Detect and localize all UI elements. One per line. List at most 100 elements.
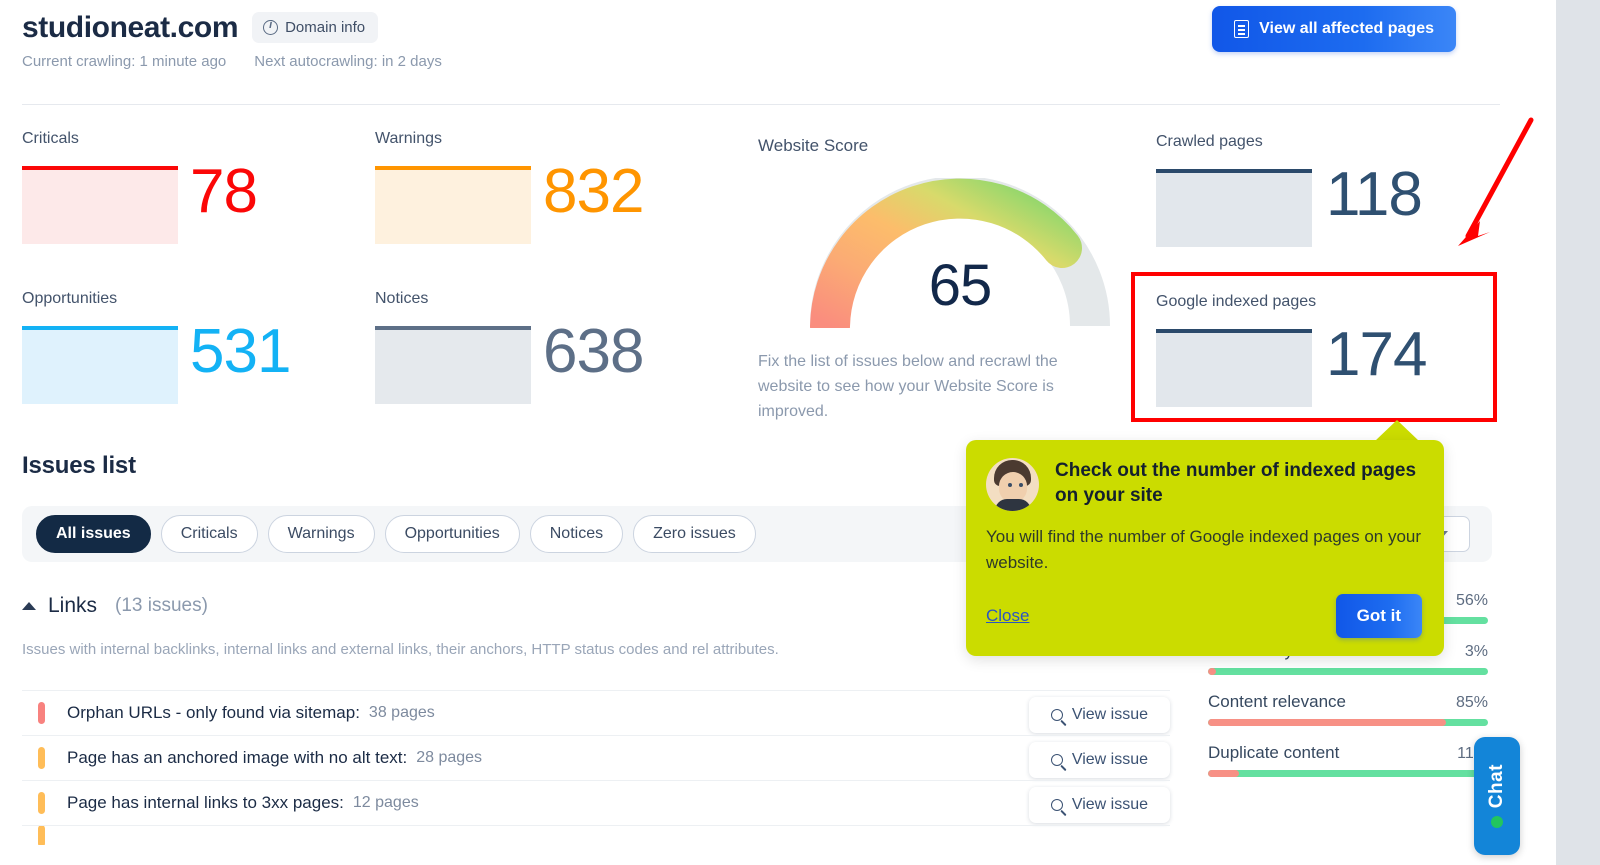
issues-list-title: Issues list bbox=[22, 452, 136, 479]
issue-group-count: (13 issues) bbox=[115, 595, 208, 616]
website-score-card: Website Score 65 Fix the list of issues … bbox=[758, 136, 1128, 424]
search-icon bbox=[1050, 754, 1063, 766]
metric-body: 638 bbox=[375, 317, 644, 404]
google-indexed-pages-label: Google indexed pages bbox=[1156, 293, 1317, 310]
metric-value: 638 bbox=[543, 317, 644, 386]
google-indexed-pages-card[interactable]: Google indexed pages 174 bbox=[1156, 293, 1427, 407]
panel-metric-pct: 56% bbox=[1455, 592, 1488, 609]
filter-pill-notices[interactable]: Notices bbox=[529, 515, 624, 553]
panel-metric-bar-fill bbox=[1208, 719, 1446, 726]
table-row[interactable]: Orphan URLs - only found via sitemap: 38… bbox=[22, 690, 1170, 735]
metric-label: Notices bbox=[375, 290, 429, 307]
metric-swatch bbox=[375, 166, 531, 244]
tooltip-footer: Close Got it bbox=[986, 593, 1422, 638]
issue-count: 38 pages bbox=[368, 704, 435, 721]
next-autocrawling-text: Next autocrawling: in 2 days bbox=[254, 53, 442, 70]
website-score-gauge: 65 bbox=[810, 176, 1110, 346]
website-score-note: Fix the list of issues below and recrawl… bbox=[758, 353, 1058, 420]
severity-indicator bbox=[38, 702, 45, 724]
metric-body: 832 bbox=[375, 157, 644, 244]
right-gutter bbox=[1556, 0, 1600, 865]
table-row[interactable]: Page has internal links to 3xx pages: 12… bbox=[22, 780, 1170, 825]
metric-swatch bbox=[22, 326, 178, 404]
chevron-up-icon[interactable] bbox=[22, 602, 36, 610]
view-all-affected-pages-button[interactable]: View all affected pages bbox=[1212, 6, 1456, 52]
crawled-pages-label: Crawled pages bbox=[1156, 133, 1263, 150]
annotation-arrow-icon bbox=[1458, 117, 1534, 246]
metric-card-warnings[interactable]: Warnings 832 bbox=[375, 130, 644, 244]
tooltip-got-it-button[interactable]: Got it bbox=[1335, 593, 1422, 638]
online-status-dot-icon bbox=[1491, 816, 1503, 829]
panel-metric-content-relevance: Content relevance 85% bbox=[1208, 692, 1488, 726]
metric-label: Warnings bbox=[375, 130, 442, 147]
filter-pill-criticals[interactable]: Criticals bbox=[160, 515, 258, 553]
avatar-body bbox=[995, 499, 1031, 511]
crawled-pages-swatch bbox=[1156, 169, 1312, 247]
current-crawling-text: Current crawling: 1 minute ago bbox=[22, 53, 227, 70]
panel-metric-bar bbox=[1208, 668, 1488, 675]
metric-body: 531 bbox=[22, 321, 291, 404]
issue-title: Orphan URLs - only found via sitemap: bbox=[67, 703, 360, 722]
domain-row: studioneat.com Domain info bbox=[22, 12, 442, 43]
metric-value: 832 bbox=[543, 157, 644, 226]
chat-widget-button[interactable]: Chat bbox=[1474, 737, 1520, 855]
issue-title: Page has an anchored image with no alt t… bbox=[67, 748, 408, 767]
search-icon bbox=[1050, 799, 1063, 811]
crawled-pages-card[interactable]: Crawled pages 118 bbox=[1156, 133, 1423, 247]
table-row[interactable] bbox=[22, 825, 1170, 845]
page-title: studioneat.com bbox=[22, 10, 239, 44]
tooltip-top: Check out the number of indexed pages on… bbox=[986, 458, 1422, 511]
website-score-value: 65 bbox=[928, 253, 993, 318]
panel-metric-bar-fill bbox=[1208, 770, 1239, 777]
panel-metric-name: Duplicate content bbox=[1208, 743, 1340, 762]
info-icon bbox=[263, 19, 279, 35]
issue-count: 12 pages bbox=[352, 794, 419, 811]
panel-metric-name: Content relevance bbox=[1208, 692, 1346, 711]
filter-pill-all-issues[interactable]: All issues bbox=[36, 515, 151, 553]
metric-label: Criticals bbox=[22, 130, 79, 147]
metric-swatch bbox=[375, 326, 531, 404]
tooltip-title: Check out the number of indexed pages on… bbox=[1055, 460, 1417, 507]
view-issue-button[interactable]: View issue bbox=[1028, 697, 1170, 733]
avatar-eye bbox=[1008, 483, 1012, 487]
metric-card-opportunities[interactable]: Opportunities 531 bbox=[22, 290, 291, 404]
view-issue-button[interactable]: View issue bbox=[1028, 787, 1170, 823]
metric-swatch bbox=[22, 166, 178, 244]
website-score-label: Website Score bbox=[758, 136, 869, 155]
search-icon bbox=[1050, 709, 1063, 721]
issue-group-header-links[interactable]: Links (13 issues) bbox=[22, 594, 208, 618]
severity-indicator bbox=[38, 747, 45, 769]
filter-pill-opportunities[interactable]: Opportunities bbox=[384, 515, 520, 553]
app-root: studioneat.com Domain info Current crawl… bbox=[0, 0, 1600, 865]
view-issue-label: View issue bbox=[1071, 796, 1148, 813]
tooltip-close-link[interactable]: Close bbox=[986, 606, 1029, 626]
view-issue-label: View issue bbox=[1071, 706, 1148, 723]
tooltip-body: You will find the number of Google index… bbox=[986, 527, 1422, 573]
panel-metric-bar bbox=[1208, 719, 1488, 726]
metric-card-notices[interactable]: Notices 638 bbox=[375, 290, 644, 404]
filter-pill-zero-issues[interactable]: Zero issues bbox=[633, 515, 756, 553]
chat-label: Chat bbox=[1486, 763, 1507, 809]
metric-body: 78 bbox=[22, 161, 258, 244]
issue-count: 28 pages bbox=[416, 749, 483, 766]
issues-rows: Orphan URLs - only found via sitemap: 38… bbox=[22, 690, 1170, 845]
google-indexed-pages-value: 174 bbox=[1326, 320, 1427, 389]
filter-pill-warnings[interactable]: Warnings bbox=[267, 515, 375, 553]
domain-info-button[interactable]: Domain info bbox=[252, 12, 379, 43]
panel-metric-row: Duplicate content 11% bbox=[1208, 743, 1488, 763]
panel-metric-pct: 3% bbox=[1464, 643, 1488, 660]
avatar-eye bbox=[1019, 483, 1023, 487]
metric-label: Opportunities bbox=[22, 290, 118, 307]
view-issue-button[interactable]: View issue bbox=[1028, 742, 1170, 778]
severity-indicator bbox=[38, 792, 45, 814]
view-issue-label: View issue bbox=[1071, 751, 1148, 768]
panel-metric-pct: 85% bbox=[1455, 694, 1488, 711]
view-all-affected-pages-label: View all affected pages bbox=[1259, 20, 1434, 37]
crawl-status-row: Current crawling: 1 minute ago Next auto… bbox=[22, 53, 442, 70]
table-row[interactable]: Page has an anchored image with no alt t… bbox=[22, 735, 1170, 780]
google-indexed-pages-body: 174 bbox=[1156, 320, 1427, 407]
metric-card-criticals[interactable]: Criticals 78 bbox=[22, 130, 258, 244]
issue-group-description: Issues with internal backlinks, internal… bbox=[22, 641, 779, 658]
issue-group-name: Links bbox=[48, 594, 98, 617]
document-icon bbox=[1234, 20, 1250, 38]
